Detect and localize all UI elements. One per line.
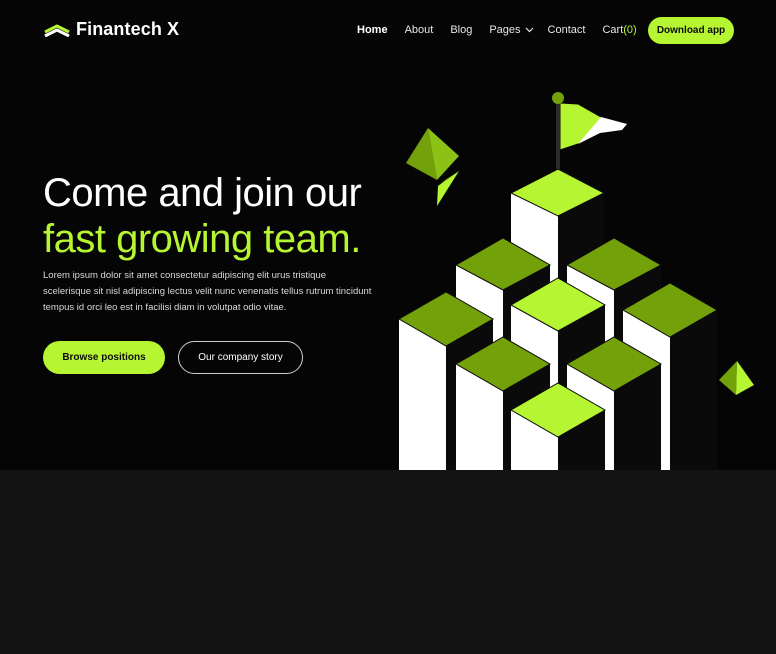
floating-gem-small-icon [719,361,754,395]
main-nav: Home About Blog Pages Contact Cart(0) [357,24,637,36]
double-chevron-logo-icon [44,24,70,37]
company-story-button[interactable]: Our company story [178,341,303,374]
hero-title: Come and join our fast growing team. [43,170,362,262]
brand-name: Finantech X [76,19,180,39]
browse-positions-button[interactable]: Browse positions [43,341,165,374]
nav-link-blog[interactable]: Blog [450,24,472,36]
hero-description: Lorem ipsum dolor sit amet consectetur a… [43,270,372,313]
nav-link-pages[interactable]: Pages [489,24,533,36]
nav-link-contact[interactable]: Contact [548,24,586,36]
chevron-down-icon [525,27,533,33]
brand-logo-link[interactable]: Finantech X [44,19,179,40]
hero-title-line-2: fast growing team. [43,217,361,261]
cart-count-badge: (0) [623,24,637,36]
download-app-button[interactable]: Download app [648,17,734,44]
hero-section: Finantech X Home About Blog Pages Contac… [0,0,776,470]
hero-title-line-1: Come and join our [43,171,362,215]
nav-link-cart[interactable]: Cart(0) [602,24,636,36]
floating-gem-large-icon [406,128,459,206]
nav-link-pages-label: Pages [489,24,521,36]
lower-section [0,470,776,654]
navbar: Finantech X Home About Blog Pages Contac… [0,0,776,62]
nav-link-home[interactable]: Home [357,24,388,36]
cart-label: Cart [602,24,624,36]
nav-link-about[interactable]: About [405,24,434,36]
